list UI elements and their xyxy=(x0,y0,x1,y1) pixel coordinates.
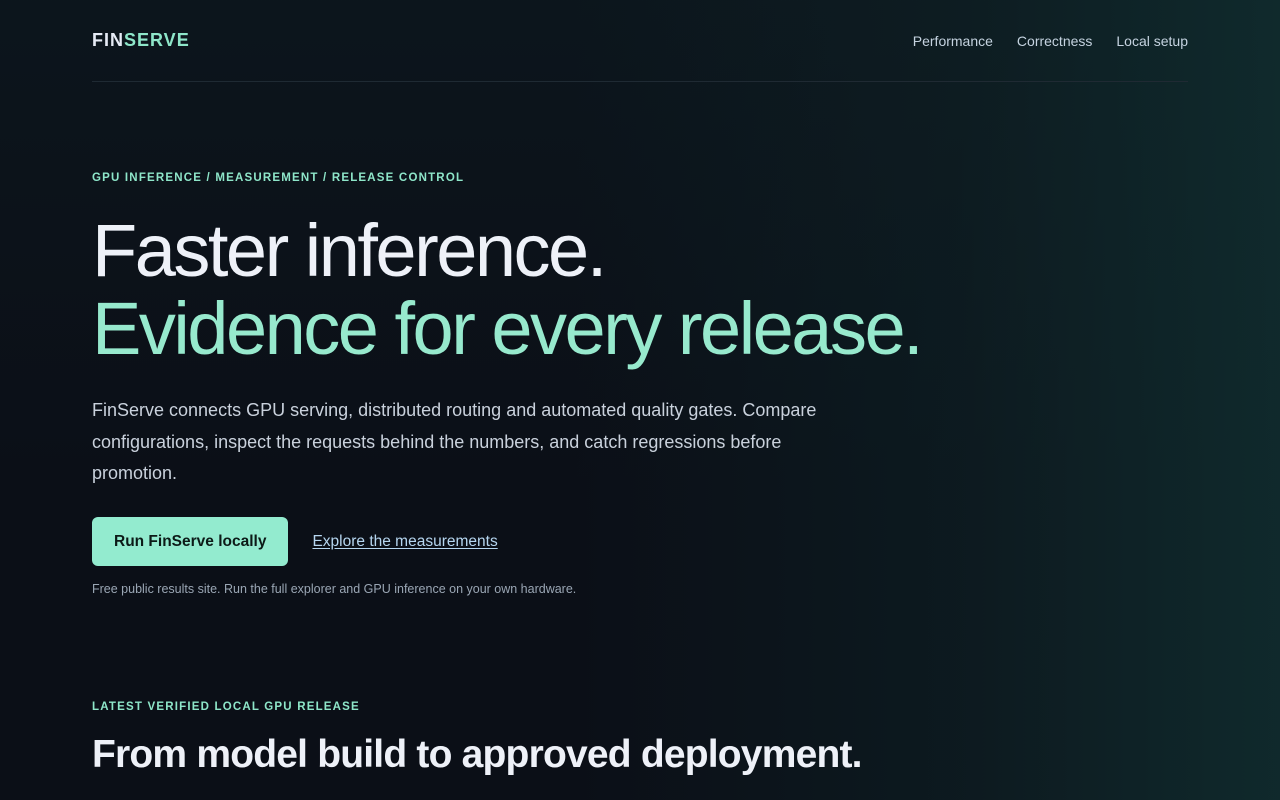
page: FIN SERVE Performance Correctness Local … xyxy=(92,0,1188,800)
run-locally-button[interactable]: Run FinServe locally xyxy=(92,517,289,566)
nav-link-performance[interactable]: Performance xyxy=(913,33,993,49)
nav-link-local-setup[interactable]: Local setup xyxy=(1116,33,1188,49)
top-bar: FIN SERVE Performance Correctness Local … xyxy=(92,0,1188,82)
section-eyebrow: LATEST VERIFIED LOCAL GPU RELEASE xyxy=(92,701,360,713)
logo-text-serve: SERVE xyxy=(124,30,190,50)
hero-note: Free public results site. Run the full e… xyxy=(92,582,577,596)
hero-headline: Faster inference. Evidence for every rel… xyxy=(92,209,924,370)
headline-line-1: Faster inference. xyxy=(92,209,607,292)
nav-link-correctness[interactable]: Correctness xyxy=(1017,33,1092,49)
explore-measurements-link[interactable]: Explore the measurements xyxy=(312,533,497,551)
logo[interactable]: FIN SERVE xyxy=(92,30,190,51)
hero-description: FinServe connects GPU serving, distribut… xyxy=(92,400,817,483)
hero-eyebrow: GPU INFERENCE / MEASUREMENT / RELEASE CO… xyxy=(92,172,465,184)
headline-line-2: Evidence for every release. xyxy=(92,287,924,370)
main-nav: Performance Correctness Local setup xyxy=(913,33,1188,49)
logo-text-fin: FIN xyxy=(92,30,124,50)
cta-row: Run FinServe locally Explore the measure… xyxy=(92,517,498,566)
section-title: From model build to approved deployment. xyxy=(92,733,863,776)
